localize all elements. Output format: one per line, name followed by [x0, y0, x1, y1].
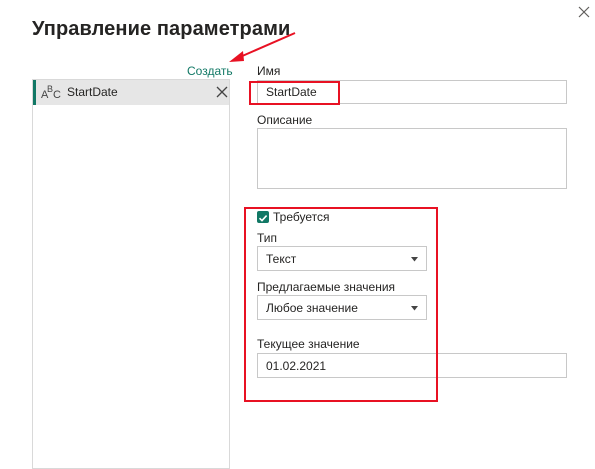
type-select-value: Текст: [266, 251, 297, 266]
type-label: Тип: [257, 231, 278, 245]
required-label: Требуется: [273, 210, 330, 224]
dialog-title: Управление параметрами: [32, 18, 291, 40]
close-icon[interactable]: [576, 4, 592, 20]
chevron-down-icon: [411, 306, 418, 311]
checkmark-icon: [258, 215, 268, 222]
current-value-input[interactable]: 01.02.2021: [257, 353, 567, 378]
suggested-values-select[interactable]: Любое значение: [257, 295, 427, 320]
required-checkbox[interactable]: [257, 211, 269, 223]
description-label: Описание: [257, 113, 313, 127]
create-parameter-link[interactable]: Создать: [187, 64, 233, 78]
list-item-startdate[interactable]: A B C StartDate: [33, 80, 229, 105]
description-textarea[interactable]: [257, 128, 567, 189]
name-input[interactable]: StartDate: [257, 80, 567, 104]
suggested-values-value: Любое значение: [266, 300, 358, 315]
current-value-text: 01.02.2021: [266, 358, 327, 373]
current-value-label: Текущее значение: [257, 337, 360, 351]
chevron-down-icon: [411, 257, 418, 262]
abc-text-type-icon: A B C: [41, 84, 61, 101]
list-item-label: StartDate: [67, 85, 118, 99]
name-input-value: StartDate: [266, 85, 317, 99]
parameter-list: A B C StartDate: [32, 79, 230, 469]
type-select[interactable]: Текст: [257, 246, 427, 271]
name-label: Имя: [257, 64, 281, 78]
suggested-values-label: Предлагаемые значения: [257, 280, 396, 294]
remove-parameter-icon[interactable]: [216, 86, 228, 98]
